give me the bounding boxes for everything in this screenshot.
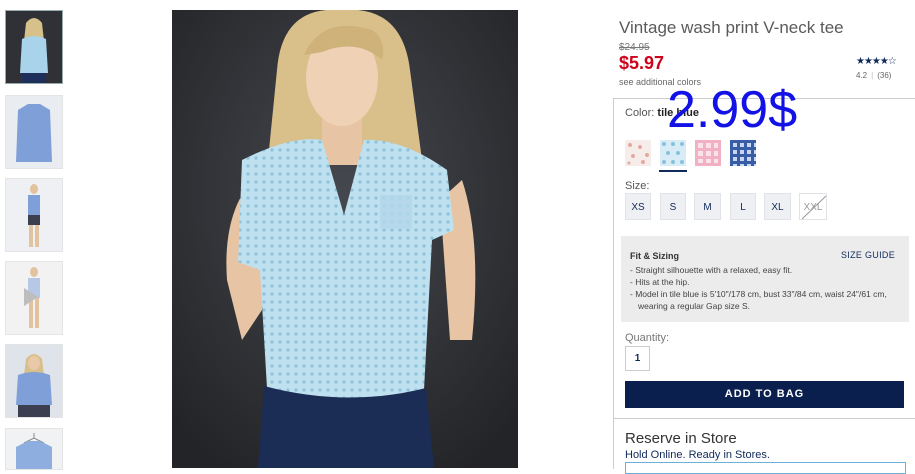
thumbnail-2[interactable] [5,95,63,169]
section-divider [613,418,915,419]
quantity-label: Quantity: [625,332,670,344]
size-guide-link[interactable]: SIZE GUIDE [841,250,895,260]
thumbnail-6[interactable] [5,428,63,470]
reserve-in-store-title: Reserve in Store [625,430,737,447]
selected-swatch-indicator [659,170,687,172]
size-s-button[interactable]: S [660,193,686,220]
product-title: Vintage wash print V-neck tee [619,18,844,37]
shirt-hanger-thumbnail-image [6,429,62,469]
play-icon [24,288,38,306]
color-label-text: Color: [625,107,655,119]
thumbnail-3[interactable] [5,178,63,252]
shirt-back-thumbnail-image [6,96,62,168]
model-photo [172,10,518,468]
add-to-bag-button[interactable]: ADD TO BAG [625,381,904,408]
fit-details-list: - Straight silhouette with a relaxed, ea… [630,264,902,312]
original-price: $24.95 [619,42,650,53]
fit-detail-item: - Model in tile blue is 5'10"/178 cm, bu… [630,289,887,311]
swatch-blue-gingham[interactable] [730,140,756,166]
reserve-in-store-subtitle: Hold Online. Ready in Stores. [625,449,770,461]
model-full-thumbnail-image [6,179,62,251]
unavailable-strike-icon [801,195,827,220]
size-xxl-button[interactable]: XXL [799,193,827,220]
rating-value: 4.2 [856,71,868,80]
size-l-button[interactable]: L [730,193,756,220]
size-xs-button[interactable]: XS [625,193,651,220]
thumbnail-video[interactable] [5,261,63,335]
model-front-thumbnail-image [6,11,62,83]
review-count: (36) [877,71,892,80]
fit-sizing-title: Fit & Sizing [630,251,679,261]
size-xl-button[interactable]: XL [764,193,791,220]
size-m-button[interactable]: M [694,193,721,220]
reserve-in-store-input[interactable] [625,462,906,474]
fit-detail-item: - Straight silhouette with a relaxed, ea… [630,265,793,275]
quantity-input[interactable]: 1 [625,346,650,371]
rating-separator: | [871,71,874,80]
thumbnail-5[interactable] [5,344,63,418]
model-detail-thumbnail-image [6,345,62,417]
size-label: Size: [625,180,650,192]
swatch-pink-print[interactable] [625,140,651,166]
rating-summary[interactable]: 4.2 | (36) [856,71,891,80]
main-product-image[interactable] [172,10,518,468]
swatch-tile-blue[interactable] [660,140,686,166]
sale-price: $5.97 [619,53,665,73]
thumbnail-1[interactable] [5,10,63,84]
rating-stars-icon[interactable]: ★★★★☆ [856,56,897,67]
swatch-pink-gingham[interactable] [695,140,721,166]
fit-detail-item: - Hits at the hip. [630,277,690,287]
overlay-price-annotation: 2.99$ [667,81,798,139]
